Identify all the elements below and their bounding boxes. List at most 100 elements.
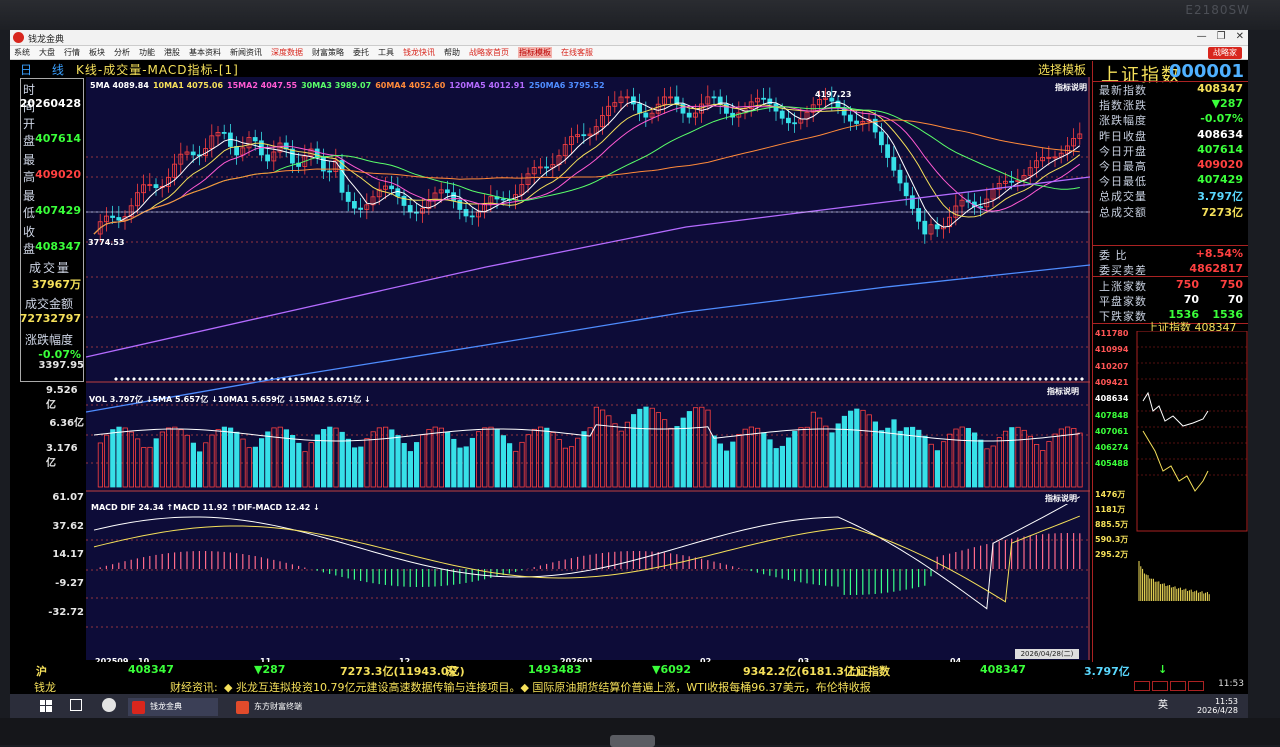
volume-bar [203,442,209,488]
diamond-marker [714,377,718,381]
volume-bar [221,426,227,488]
minimize-button[interactable]: — [1197,31,1207,42]
y-axis: 3397.95 9.526亿 6.36亿 3.176亿 61.07 37.62 … [38,77,86,660]
diamond-marker [882,377,886,381]
menu-item[interactable]: 指标模板 [518,47,552,58]
menu-item[interactable]: 行情 [64,47,80,58]
volume-bar [314,434,320,488]
diamond-marker [348,377,352,381]
diamond-marker [144,377,148,381]
menu-item[interactable]: 委托 [353,47,369,58]
ticker-time: 11:53 [1218,679,1244,689]
quote-key: 下跌家数 [1099,310,1147,323]
menu-item[interactable]: 板块 [89,47,105,58]
candle-body [848,114,853,122]
menu-item[interactable]: 钱龙快讯 [403,47,435,58]
chart-canvas[interactable] [86,77,1090,660]
candle-body [351,201,357,209]
candle-body [407,205,413,213]
menu-item[interactable]: 大盘 [39,47,55,58]
diamond-marker [894,377,898,381]
volume-bar [401,443,407,488]
candle-body [469,215,475,218]
news-ticker[interactable]: 钱龙 财经资讯: ◆ 兆龙互连拟投资10.79亿元建设高速数据传输与连接项目。◆… [10,679,1248,693]
diamond-marker [1032,377,1036,381]
task-view-icon[interactable] [70,699,82,711]
volume-bar [444,431,451,488]
ma250-line [86,264,1090,413]
menu-item[interactable]: 帮助 [444,47,460,58]
diamond-marker [732,377,736,381]
volume-bar [197,451,203,488]
taskbar-app-label: 钱龙金典 [150,702,182,711]
menu-item[interactable]: 新闻资讯 [230,47,262,58]
quote-key: 指数涨跌 [1099,99,1147,113]
volume-bar [289,434,296,488]
kline-chart[interactable] [86,77,1090,660]
ma-legend-item: 250MA6 3795.52 [528,81,605,90]
chart-title: K线-成交量-MACD指标-[1] [76,63,239,77]
mini-indicator-bars [1134,681,1204,691]
menu-item[interactable]: 港股 [164,47,180,58]
menu-item[interactable]: 分析 [114,47,130,58]
taskbar-app-eastmoney[interactable]: 东方财富终端 [232,698,328,716]
volume-bar [488,426,494,488]
candle-body [581,134,587,137]
ma120-line [86,176,1090,358]
monitor-brand: E2180SW [1185,3,1250,17]
menu-item[interactable]: 财富策略 [312,47,344,58]
quote-value: 4862817 [1189,262,1243,275]
diamond-marker [606,377,610,381]
diamond-marker [792,377,796,381]
volume-bar [600,409,606,488]
taskbar-app-qianlong[interactable]: 钱龙金典 [128,698,218,716]
volume-bar [296,442,302,488]
volume-bar [717,443,724,488]
quote-row: 今日最低 407429 [1093,173,1248,188]
candle-body [401,195,407,206]
quote-value: 408634 [1197,127,1243,141]
intraday-chart[interactable] [1093,331,1248,661]
diamond-marker [924,377,928,381]
quote-row: 最新指数 408347 [1093,82,1248,97]
menu-item[interactable]: 系统 [14,47,30,58]
quote-key: 涨跌幅度 [1099,114,1147,128]
diamond-marker [384,377,388,381]
windows-start-icon[interactable] [40,700,52,712]
volume-bar [860,409,866,488]
strategist-button[interactable]: 战略家 [1208,47,1242,59]
diamond-marker [174,377,178,381]
period-selector[interactable]: 日 线 [20,61,72,78]
menu-item[interactable]: 深度数据 [271,47,303,58]
quote-value: 409020 [1197,158,1243,171]
close-button[interactable]: ✕ [1236,31,1244,42]
diamond-marker [162,377,166,381]
volume-bar [779,445,786,488]
volume-bar [320,429,327,488]
indicator-help-button[interactable]: 指标说明 [1045,493,1077,504]
menu-item[interactable]: 战略家首页 [469,47,509,58]
quote-row: 上涨家数 750 750 [1093,278,1248,293]
diamond-marker [702,377,706,381]
volume-bar [159,431,165,488]
diamond-marker [864,377,868,381]
select-template-button[interactable]: 选择模板 [1038,61,1086,78]
indicator-help-button[interactable]: 指标说明 [1047,386,1079,397]
menu-item[interactable]: 基本资料 [189,47,221,58]
indicator-help-button[interactable]: 指标说明 [1055,82,1087,93]
menu-item[interactable]: 功能 [139,47,155,58]
diamond-marker [762,377,766,381]
volume-bar [699,406,705,488]
volume-bar [172,426,178,488]
volume-bar [166,427,172,488]
menu-item[interactable]: 在线客服 [561,47,593,58]
menu-item[interactable]: 工具 [378,47,394,58]
system-tray[interactable]: 英 11:53 2026/4/28 [1158,697,1238,715]
volume-bar [916,429,922,488]
candle-body [1009,180,1014,183]
browser-icon[interactable] [102,698,116,712]
diamond-marker [450,377,454,381]
volume-bar [593,406,600,488]
maximize-button[interactable]: ❐ [1217,31,1226,42]
input-language[interactable]: 英 [1158,701,1168,711]
